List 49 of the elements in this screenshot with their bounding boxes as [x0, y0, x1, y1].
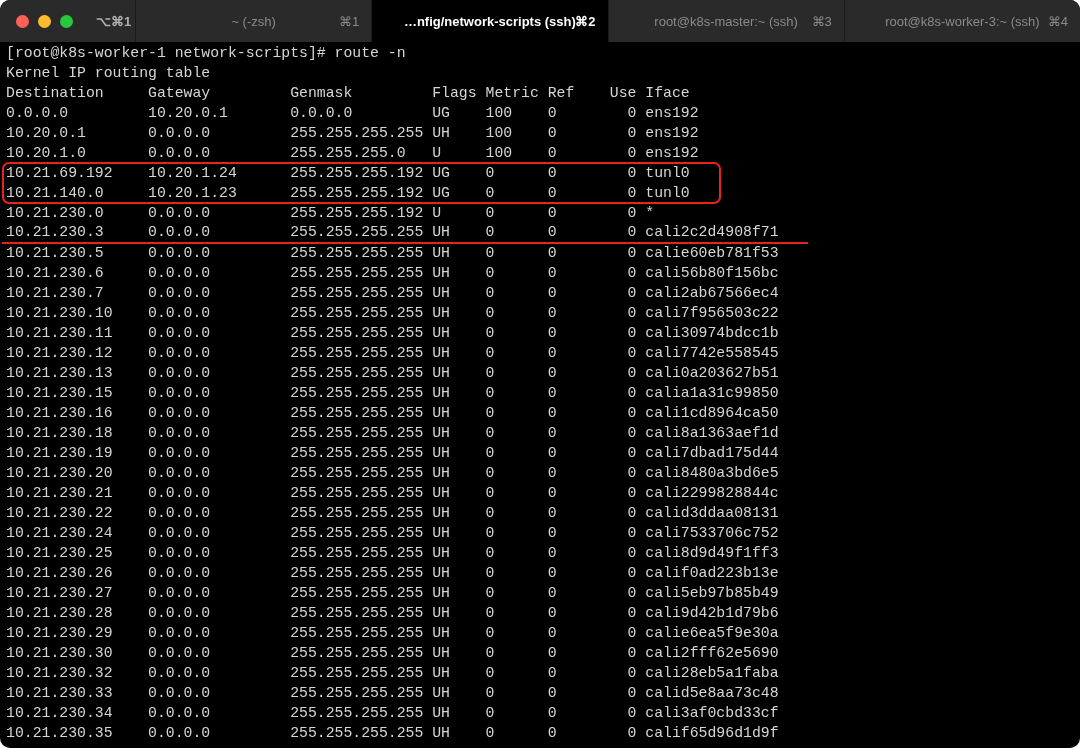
terminal-line: 10.21.230.21 0.0.0.0 255.255.255.255 UH 0 0 0 cali2299828844c — [6, 484, 779, 503]
terminal-line: 10.21.140.0 10.20.1.23 255.255.255.192 UG 0 0 0 tunl0 — [6, 184, 690, 203]
terminal-line: 10.21.230.32 0.0.0.0 255.255.255.255 UH 0 0 0 cali28eb5a1faba — [6, 664, 779, 683]
terminal-line: 10.21.230.30 0.0.0.0 255.255.255.255 UH 0 0 0 cali2fff62e5690 — [6, 644, 779, 663]
terminal-line: 10.21.230.10 0.0.0.0 255.255.255.255 UH 0 0 0 cali7f956503c22 — [6, 304, 779, 323]
tab-title: ~ (-zsh) — [231, 13, 276, 29]
terminal-line: 10.21.230.28 0.0.0.0 255.255.255.255 UH 0 0 0 cali9d42b1d79b6 — [6, 604, 779, 623]
terminal-line: 10.21.230.7 0.0.0.0 255.255.255.255 UH 0 0 0 cali2ab67566ec4 — [6, 284, 779, 303]
terminal-line: 10.21.230.15 0.0.0.0 255.255.255.255 UH 0 0 0 calia1a31c99850 — [6, 384, 779, 403]
terminal-line: Destination Gateway Genmask Flags Metric Ref Use Iface — [6, 84, 690, 103]
terminal-line: [root@k8s-worker-1 network-scripts]# route -n — [6, 44, 406, 63]
tab-title: …nfig/network-scripts (ssh) — [403, 13, 576, 29]
tab-shortcut: ⌘4 — [1047, 13, 1068, 29]
terminal-line: 10.21.230.19 0.0.0.0 255.255.255.255 UH 0 0 0 cali7dbad175d44 — [6, 444, 779, 463]
terminal-line: 10.21.230.0 0.0.0.0 255.255.255.192 U 0 0 0 * — [6, 204, 655, 223]
terminal-line: 10.21.230.35 0.0.0.0 255.255.255.255 UH 0 0 0 calif65d96d1d9f — [6, 724, 779, 743]
tab-shortcut: ⌘3 — [811, 13, 832, 29]
terminal-line: 10.21.230.29 0.0.0.0 255.255.255.255 UH 0 0 0 calie6ea5f9e30a — [6, 624, 779, 643]
terminal-line: 10.21.230.34 0.0.0.0 255.255.255.255 UH 0 0 0 cali3af0cbd33cf — [6, 704, 779, 723]
terminal-line: 10.21.230.16 0.0.0.0 255.255.255.255 UH 0 0 0 cali1cd8964ca50 — [6, 404, 779, 423]
tab-title: root@k8s-worker-3:~ (ssh) — [885, 13, 1040, 29]
terminal-line: 10.21.230.26 0.0.0.0 255.255.255.255 UH 0 0 0 calif0ad223b13e — [6, 564, 779, 583]
close-button[interactable] — [16, 14, 29, 28]
terminal-line: Kernel IP routing table — [6, 64, 211, 83]
zoom-button[interactable] — [60, 14, 73, 28]
terminal-line: 0.0.0.0 10.20.0.1 0.0.0.0 UG 100 0 0 ens192 — [6, 104, 699, 123]
tab-shortcut: ⌘1 — [339, 13, 360, 29]
terminal-line: 10.21.230.22 0.0.0.0 255.255.255.255 UH 0 0 0 calid3ddaa08131 — [6, 504, 779, 523]
terminal-line: 10.21.230.18 0.0.0.0 255.255.255.255 UH 0 0 0 cali8a1363aef1d — [6, 424, 779, 443]
tab-shortcut: ⌘2 — [575, 13, 596, 29]
terminal-tab[interactable]: …nfig/network-scripts (ssh)⌘2 — [371, 0, 608, 42]
terminal-line: 10.21.69.192 10.20.1.24 255.255.255.192 UG 0 0 0 tunl0 — [6, 164, 690, 183]
terminal-line: 10.21.230.6 0.0.0.0 255.255.255.255 UH 0 0 0 cali56b80f156bc — [6, 264, 779, 283]
terminal-line: 10.21.230.12 0.0.0.0 255.255.255.255 UH 0 0 0 cali7742e558545 — [6, 344, 779, 363]
terminal-line: 10.21.230.33 0.0.0.0 255.255.255.255 UH 0 0 0 calid5e8aa73c48 — [6, 684, 779, 703]
terminal-line: 10.20.1.0 0.0.0.0 255.255.255.0 U 100 0 0 ens192 — [6, 144, 699, 163]
terminal-line: 10.20.0.1 0.0.0.0 255.255.255.255 UH 100 0 0 ens192 — [6, 124, 699, 143]
terminal-line: 10.21.230.25 0.0.0.0 255.255.255.255 UH 0 0 0 cali8d9d49f1ff3 — [6, 544, 779, 563]
terminal-line: 10.21.230.11 0.0.0.0 255.255.255.255 UH 0 0 0 cali30974bdcc1b — [6, 324, 779, 343]
terminal-line: 10.21.230.27 0.0.0.0 255.255.255.255 UH 0 0 0 cali5eb97b85b49 — [6, 584, 779, 603]
terminal-line: 10.21.230.20 0.0.0.0 255.255.255.255 UH 0 0 0 cali8480a3bd6e5 — [6, 464, 779, 483]
terminal-line: 10.21.230.5 0.0.0.0 255.255.255.255 UH 0 0 0 calie60eb781f53 — [6, 244, 779, 263]
terminal-line: 10.21.230.13 0.0.0.0 255.255.255.255 UH 0 0 0 cali0a203627b51 — [6, 364, 779, 383]
tab-title: root@k8s-master:~ (ssh) — [654, 13, 798, 29]
minimize-button[interactable] — [38, 14, 51, 28]
window-shortcut: ⌥⌘1 — [96, 13, 132, 29]
terminal-line: 10.21.230.3 0.0.0.0 255.255.255.255 UH 0 0 0 cali2c2d4908f71 — [6, 223, 779, 242]
terminal-tab[interactable]: root@k8s-worker-3:~ (ssh) ⌘4 — [843, 0, 1080, 42]
terminal-line: 10.21.230.24 0.0.0.0 255.255.255.255 UH 0 0 0 cali7533706c752 — [6, 524, 779, 543]
